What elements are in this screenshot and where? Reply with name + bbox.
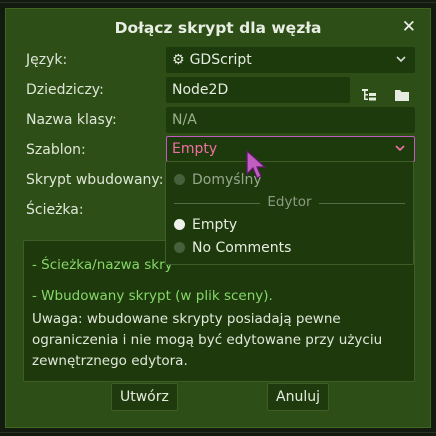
- template-dropdown: Domyślny Edytor Empty No Comments: [165, 161, 414, 265]
- info-builtin-line: - Wbudowany skrypt (w plik sceny).: [32, 288, 273, 304]
- close-icon[interactable]: ✕: [402, 17, 416, 37]
- mouse-cursor-icon: [246, 149, 270, 180]
- radio-checked-icon: [174, 219, 185, 230]
- dropdown-option-empty[interactable]: Empty: [174, 217, 237, 233]
- folder-icon[interactable]: [394, 87, 410, 107]
- chevron-down-icon: [395, 47, 407, 82]
- radio-icon: [174, 174, 185, 185]
- template-select[interactable]: Empty: [166, 136, 415, 162]
- language-label: Język:: [26, 52, 68, 68]
- dropdown-option-no-comments[interactable]: No Comments: [174, 240, 291, 256]
- dropdown-option-label: No Comments: [192, 240, 292, 256]
- class-name-label: Nazwa klasy:: [26, 112, 117, 128]
- inherits-field[interactable]: Node2D: [166, 77, 350, 103]
- template-value: Empty: [172, 141, 218, 157]
- background-line: [0, 2, 436, 3]
- class-name-field[interactable]: N/A: [166, 107, 415, 133]
- gear-icon: ⚙: [172, 52, 185, 68]
- template-label: Szablon:: [26, 142, 86, 158]
- radio-icon: [174, 242, 185, 253]
- dropdown-section-label: Edytor: [267, 194, 312, 210]
- background-line: [0, 432, 436, 433]
- cancel-button[interactable]: Anuluj: [267, 383, 329, 411]
- language-value: GDScript: [189, 52, 252, 68]
- divider: [319, 203, 405, 204]
- info-note: Uwaga: wbudowane skrypty posiadają pewne…: [32, 311, 383, 369]
- inherits-label: Dziedziczy:: [26, 82, 104, 98]
- language-select[interactable]: ⚙ GDScript: [166, 47, 415, 73]
- dialog-title: Dołącz skrypt dla węzła: [114, 19, 322, 37]
- info-path-line: - Ścieżka/nazwa skry: [32, 257, 173, 273]
- dropdown-option-label: Empty: [192, 217, 238, 233]
- tree-icon[interactable]: [361, 87, 377, 107]
- built-in-label: Skrypt wbudowany:: [26, 172, 164, 188]
- create-button[interactable]: Utwórz: [111, 383, 178, 411]
- path-label: Ścieżka:: [26, 202, 84, 218]
